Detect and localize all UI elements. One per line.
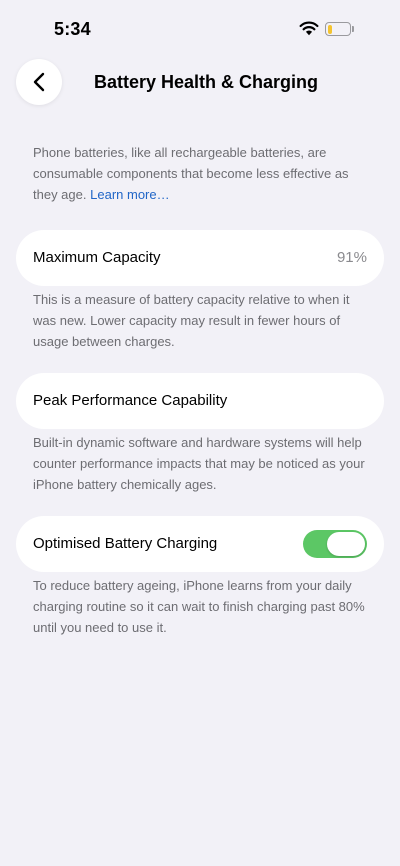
maximum-capacity-value: 91% [336,249,367,266]
optimised-charging-description: To reduce battery ageing, iPhone learns … [33,578,365,635]
back-button[interactable] [16,59,62,105]
maximum-capacity-description: This is a measure of battery capacity re… [33,292,350,349]
battery-level-fill [327,24,332,34]
peak-performance-label: Peak Performance Capability [33,392,228,409]
status-time: 5:34 [54,19,91,39]
chevron-left-icon [33,72,45,92]
maximum-capacity-row: Maximum Capacity 91% [16,230,384,286]
optimised-charging-row: Optimised Battery Charging [16,516,384,572]
peak-performance-description: Built-in dynamic software and hardware s… [33,435,365,492]
page-title: Battery Health & Charging [94,72,319,92]
peak-performance-row[interactable]: Peak Performance Capability [16,373,384,429]
battery-cap [352,26,354,32]
optimised-charging-toggle[interactable] [303,530,367,558]
screen: 5:34 Battery Health & Charging Phone bat… [0,0,400,866]
maximum-capacity-label: Maximum Capacity [33,249,161,266]
learn-more-link[interactable]: Learn more… [90,187,169,202]
battery-icon [325,22,351,36]
toggle-knob [327,532,365,556]
status-bar: 5:34 [0,0,400,56]
intro-note: Phone batteries, like all rechargeable b… [33,142,373,205]
intro-text: Phone batteries, like all rechargeable b… [33,145,349,202]
wifi-icon [299,21,319,36]
optimised-charging-label: Optimised Battery Charging [33,535,218,552]
